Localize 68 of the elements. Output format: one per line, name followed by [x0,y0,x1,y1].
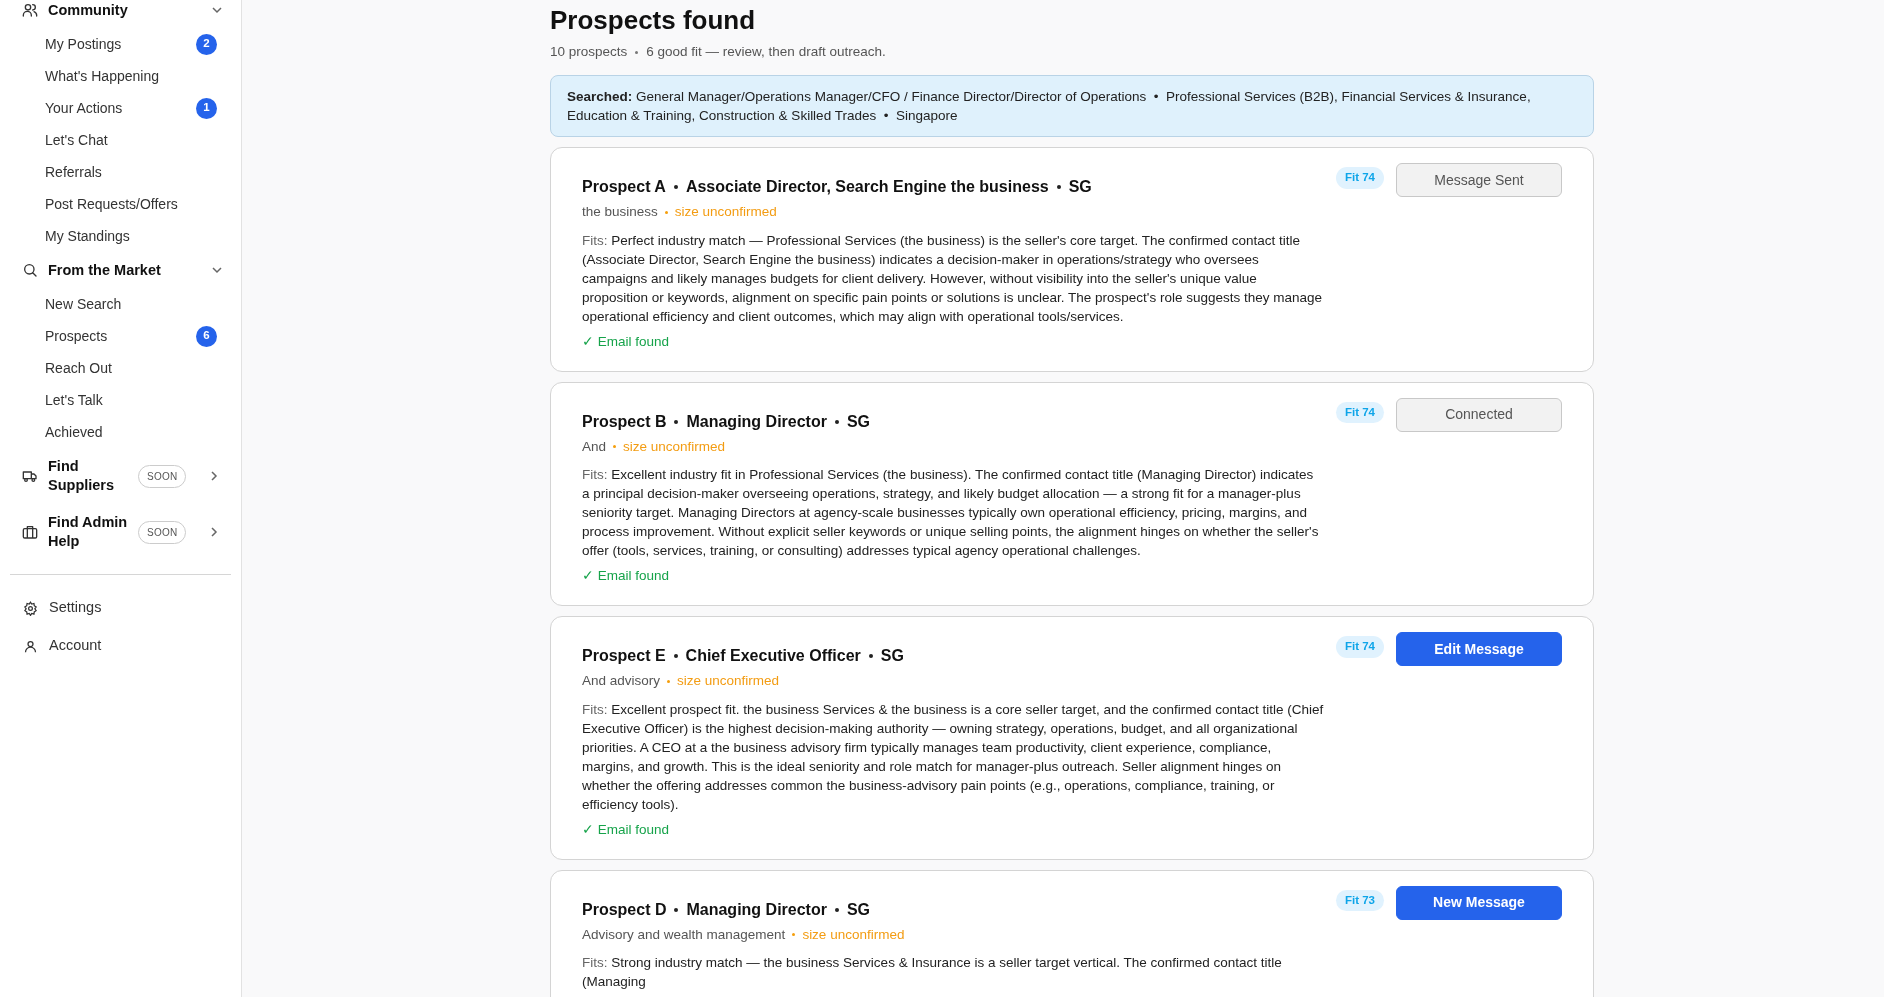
fit-badge: Fit 73 [1335,889,1384,911]
fit-badge: Fit 74 [1335,167,1384,189]
email-status: ✓ Email found [582,332,671,351]
action-button[interactable]: Message Sent [1396,163,1562,198]
prospect-region: SG [846,899,871,920]
briefcase-icon [22,524,38,540]
count-badge: 1 [196,97,217,119]
count-badge: 6 [196,325,217,347]
fit-summary: 6 good fit — review, then draft outreach. [646,43,886,61]
sidebar-group[interactable]: Find Suppliers SOON [14,448,227,504]
prospect-region: SG [846,411,871,432]
email-status: ✓ Email found [582,567,671,585]
prospect-title: Associate Director, Search Engine the business [685,177,1049,198]
company-name: the business [582,203,658,222]
prospect-title: Chief Executive Officer [685,646,861,667]
sidebar-item[interactable]: What's Happening [14,60,227,92]
action-button[interactable]: Connected [1396,397,1562,432]
chevron-down-icon[interactable] [211,4,223,16]
sidebar-group[interactable]: Find Admin Help SOON [14,504,227,560]
sidebar-item[interactable]: Let's Chat [14,124,227,156]
sidebar-item[interactable]: Prospects 6 [14,320,227,352]
prospect-title: Managing Director [686,411,827,432]
sidebar-group[interactable]: Community [14,0,227,28]
sidebar-item[interactable]: Let's Talk [14,384,227,416]
fit-badge: Fit 74 [1335,636,1384,658]
size-note: size unconfirmed [677,672,780,691]
search-summary: Searched: General Manager/Operations Manager/CFO / Finance Director/Director of Operations • Professional Services (B2B), Financial Services & Insurance, Education & Training, Construction & Skilled Trades • Singapore [550,75,1594,138]
prospect-description: Fits: Strong industry match — the business Services & Insurance is a seller target vertical. The confirmed contact title (Managing [582,954,1283,991]
action-button[interactable]: Edit Message [1396,632,1562,667]
sidebar-item[interactable]: My Postings 2 [14,28,227,60]
page-title: Prospects found [550,4,757,36]
prospect-description: Fits: Perfect industry match — Professional Services (the business) is the seller's core target. The confirmed contact title (Associate Director, Search Engine the business) indicates a decision-maker in operations/strategy who oversees campaigns and likely manages budgets for client delivery. However, without visibility into the seller's unique value proposition or keywords, alignment on specific pain points or solutions is unclear. The prospect's role suggests they manage operational efficiency and client outcomes, which may align with operational tools/services. [582,231,1323,326]
person-icon [23,638,38,654]
action-button[interactable]: New Message [1396,885,1562,920]
sidebar-item[interactable]: My Standings [14,220,227,252]
count-badge: 2 [196,33,217,55]
company-name: Advisory and wealth management [582,925,786,944]
fit-badge: Fit 74 [1335,401,1384,423]
sidebar-item[interactable]: Reach Out [14,352,227,384]
sidebar-item[interactable]: Your Actions 1 [14,92,227,124]
sidebar-item[interactable]: Settings [14,589,227,627]
size-note: size unconfirmed [674,203,777,222]
prospect-description: Fits: Excellent prospect fit. the business Services & the business is a core seller target, and the confirmed contact title (Chief Executive Officer) is the highest decision-making authority — owning strategy, operations, budget, and all organizational priorities. A CEO at a the business advisory firm typically manages team productivity, client experience, compliance, margins, and growth. This is the ideal seniority and role match for manager-plus outreach. Seller alignment hinges on whether the offering addresses common the business-advisory pain points (e.g., operations, compliance, training, or efficiency tools). [582,700,1324,814]
sidebar-item[interactable]: Referrals [14,156,227,188]
company-name: And advisory [582,672,661,691]
prospect-name: Prospect B [582,411,667,432]
size-note: size unconfirmed [802,925,905,944]
prospect-region: SG [1068,177,1092,198]
sidebar-item[interactable]: Achieved [14,416,227,448]
prospect-name: Prospect E [582,646,666,667]
size-note: size unconfirmed [623,437,726,456]
settings-icon [23,600,38,616]
prospect-region: SG [880,646,904,667]
prospect-name: Prospect D [582,899,667,920]
people-icon [22,2,38,18]
truck-icon [22,468,38,484]
prospect-description: Fits: Excellent industry fit in Professional Services (the business). The confirmed contact title (Managing Director) indicates a principal decision-maker overseeing operations, strategy, and likely budget allocation — a strong fit for a manager-plus seniority target. Managing Directors at agency-scale businesses typically own operational efficiency, pricing, margins, and process improvement. Without explicit seller keywords or unique selling points, the alignment hinges on whether the seller's offer (tools, services, training, or consulting) addresses typical agency operational challenges. [582,466,1320,560]
sidebar-item[interactable]: Post Requests/Offers [14,188,227,220]
company-name: And [582,437,607,456]
sidebar-group[interactable]: From the Market [14,252,227,288]
prospect-name: Prospect A [582,177,666,198]
sidebar-item[interactable]: New Search [14,288,227,320]
prospect-count: 10 prospects [550,43,628,61]
prospect-title: Managing Director [686,899,827,920]
email-status: ✓ Email found [582,820,671,839]
chevron-down-icon[interactable] [211,264,223,276]
search-icon [22,262,38,278]
sidebar-item[interactable]: Account [14,627,227,665]
